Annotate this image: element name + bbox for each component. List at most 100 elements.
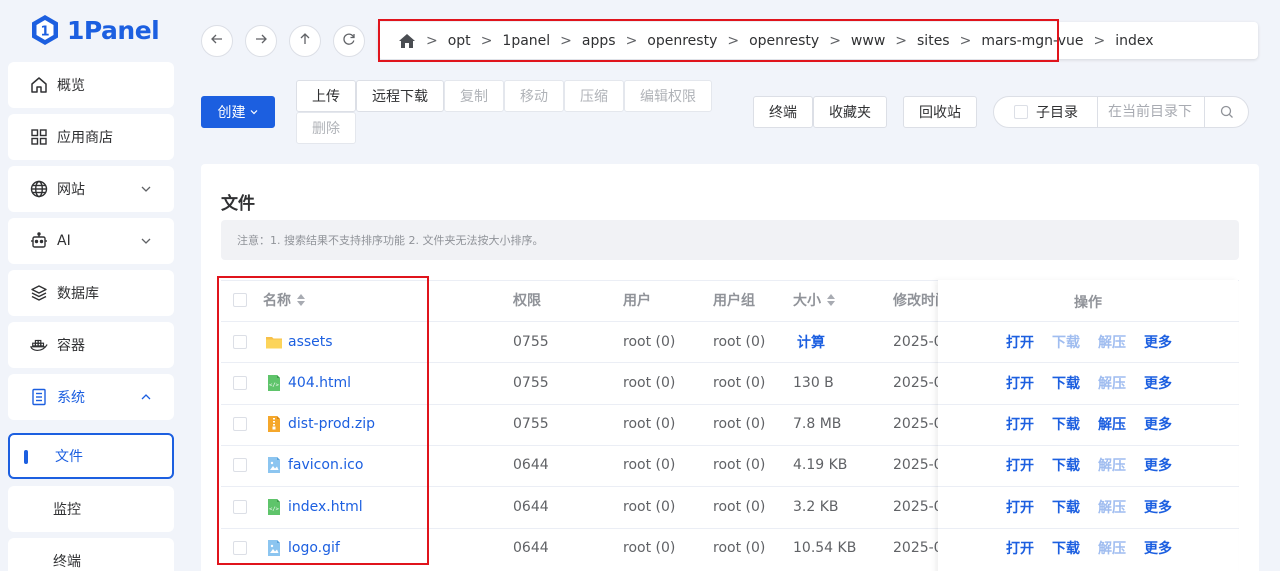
user-cell[interactable]: root (0) <box>623 528 675 569</box>
open-button[interactable]: 打开 <box>1006 486 1034 527</box>
extract-button[interactable]: 解压 <box>1098 528 1126 569</box>
move-button[interactable]: 移动 <box>504 80 564 112</box>
search-button[interactable] <box>1204 97 1248 127</box>
user-cell[interactable]: root (0) <box>623 445 675 486</box>
sidebar-item-ai[interactable]: AI <box>8 218 174 264</box>
up-button[interactable] <box>289 25 321 57</box>
group-cell[interactable]: root (0) <box>713 486 765 527</box>
arrow-right-icon <box>254 32 268 50</box>
open-button[interactable]: 打开 <box>1006 321 1034 362</box>
sidebar-item-label: 应用商店 <box>57 130 113 146</box>
sidebar-item-label: 网站 <box>57 182 85 198</box>
remote-download-button[interactable]: 远程下载 <box>356 80 444 112</box>
extract-button[interactable]: 解压 <box>1098 321 1126 362</box>
open-button[interactable]: 打开 <box>1006 404 1034 445</box>
calculate-size-link[interactable]: 计算 <box>797 321 825 362</box>
sidebar-item-website[interactable]: 网站 <box>8 166 174 212</box>
perm-cell[interactable]: 0644 <box>513 486 549 527</box>
perm-cell[interactable]: 0755 <box>513 321 549 362</box>
notice-banner: 注意：1. 搜索结果不支持排序功能 2. 文件夹无法按大小排序。 <box>221 220 1239 260</box>
download-button[interactable]: 下载 <box>1052 445 1080 486</box>
sidebar-item-container[interactable]: 容器 <box>8 322 174 368</box>
user-cell[interactable]: root (0) <box>623 362 675 403</box>
sidebar-subitem-terminal[interactable]: 终端 <box>8 538 174 571</box>
sort-icon[interactable] <box>827 294 835 306</box>
docker-icon <box>30 336 48 354</box>
more-button[interactable]: 更多 <box>1144 528 1172 569</box>
edit-permission-button[interactable]: 编辑权限 <box>624 80 712 112</box>
perm-cell[interactable]: 0755 <box>513 404 549 445</box>
more-button[interactable]: 更多 <box>1144 404 1172 445</box>
create-button[interactable]: 创建 <box>201 96 275 128</box>
download-button[interactable]: 下载 <box>1052 362 1080 403</box>
checkbox[interactable] <box>1014 105 1028 119</box>
sidebar-item-appstore[interactable]: 应用商店 <box>8 114 174 160</box>
layers-icon <box>30 284 48 302</box>
user-cell[interactable]: root (0) <box>623 321 675 362</box>
logo[interactable]: 1 1Panel <box>30 12 160 48</box>
sidebar-subitem-monitor[interactable]: 监控 <box>8 486 174 532</box>
more-button[interactable]: 更多 <box>1144 321 1172 362</box>
user-cell[interactable]: root (0) <box>623 486 675 527</box>
extract-button[interactable]: 解压 <box>1098 404 1126 445</box>
copy-button[interactable]: 复制 <box>444 80 504 112</box>
upload-button[interactable]: 上传 <box>296 80 356 112</box>
extract-button[interactable]: 解压 <box>1098 486 1126 527</box>
row-actions: 打开 下载 解压 更多 <box>938 444 1238 486</box>
highlight-box-names <box>217 276 429 565</box>
arrow-left-icon <box>210 32 224 50</box>
perm-cell[interactable]: 0644 <box>513 445 549 486</box>
grid-icon <box>30 128 48 146</box>
column-header-modified[interactable]: 修改时间 <box>893 292 939 308</box>
more-button[interactable]: 更多 <box>1144 445 1172 486</box>
sidebar-subitem-label: 文件 <box>55 449 83 465</box>
open-button[interactable]: 打开 <box>1006 528 1034 569</box>
column-header-group: 用户组 <box>713 293 755 309</box>
column-header-user: 用户 <box>623 293 651 309</box>
download-button[interactable]: 下载 <box>1052 404 1080 445</box>
extract-button[interactable]: 解压 <box>1098 362 1126 403</box>
group-cell[interactable]: root (0) <box>713 528 765 569</box>
sidebar: 1 1Panel 概览 应用商店 网站 AI 数据库 容器 系统 文件 监控 终… <box>0 0 182 571</box>
open-button[interactable]: 打开 <box>1006 445 1034 486</box>
forward-button[interactable] <box>245 25 277 57</box>
group-cell[interactable]: root (0) <box>713 362 765 403</box>
terminal-button[interactable]: 终端 <box>753 96 813 128</box>
arrow-up-icon <box>298 32 312 50</box>
delete-button[interactable]: 删除 <box>296 112 356 144</box>
perm-cell[interactable]: 0644 <box>513 528 549 569</box>
download-button[interactable]: 下载 <box>1052 528 1080 569</box>
open-button[interactable]: 打开 <box>1006 362 1034 403</box>
page-title: 文件 <box>221 194 255 214</box>
subdir-checkbox[interactable]: 子目录 <box>994 97 1098 127</box>
search-input[interactable] <box>1098 97 1204 127</box>
recycle-bin-button[interactable]: 回收站 <box>903 96 977 128</box>
more-button[interactable]: 更多 <box>1144 362 1172 403</box>
group-cell[interactable]: root (0) <box>713 321 765 362</box>
breadcrumb-segment[interactable]: index <box>1115 33 1153 49</box>
logo-icon: 1 <box>30 14 60 46</box>
more-button[interactable]: 更多 <box>1144 486 1172 527</box>
group-cell[interactable]: root (0) <box>713 445 765 486</box>
column-header-ops: 操作 <box>1074 295 1102 311</box>
extract-button[interactable]: 解压 <box>1098 445 1126 486</box>
refresh-button[interactable] <box>333 25 365 57</box>
highlight-box-path <box>378 19 1059 62</box>
modified-cell: 2025-07 <box>893 457 939 474</box>
favorites-button[interactable]: 收藏夹 <box>813 96 887 128</box>
compress-button[interactable]: 压缩 <box>564 80 624 112</box>
download-button[interactable]: 下载 <box>1052 486 1080 527</box>
divider <box>938 321 1238 322</box>
globe-icon <box>30 180 48 198</box>
sidebar-subitem-files[interactable]: 文件 <box>8 433 174 479</box>
sidebar-item-database[interactable]: 数据库 <box>8 270 174 316</box>
back-button[interactable] <box>201 25 233 57</box>
user-cell[interactable]: root (0) <box>623 404 675 445</box>
sidebar-item-label: 系统 <box>57 390 85 406</box>
sidebar-item-system[interactable]: 系统 <box>8 374 174 420</box>
sidebar-item-overview[interactable]: 概览 <box>8 62 174 108</box>
column-header-size[interactable]: 大小 <box>793 292 835 309</box>
download-button[interactable]: 下载 <box>1052 321 1080 362</box>
group-cell[interactable]: root (0) <box>713 404 765 445</box>
perm-cell[interactable]: 0755 <box>513 362 549 403</box>
